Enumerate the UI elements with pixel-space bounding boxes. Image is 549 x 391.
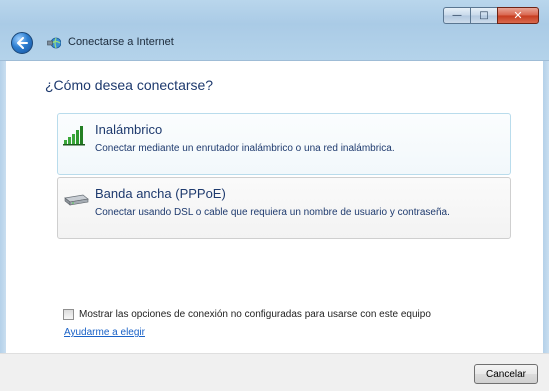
wireless-signal-icon [63, 126, 85, 146]
show-unconfigured-checkbox[interactable] [63, 309, 74, 320]
maximize-button[interactable]: □ [470, 7, 497, 24]
broadband-option-title: Banda ancha (PPPoE) [95, 186, 226, 201]
wireless-option-description: Conectar mediante un enrutador inalámbri… [95, 143, 395, 154]
help-me-choose-link[interactable]: Ayudarme a elegir [64, 327, 145, 338]
broadband-option-description: Conectar usando DSL o cable que requiera… [95, 207, 450, 218]
window-title: Conectarse a Internet [68, 36, 174, 48]
back-button[interactable] [11, 32, 33, 54]
wireless-option[interactable]: Inalámbrico Conectar mediante un enrutad… [57, 113, 511, 175]
show-unconfigured-row: Mostrar las opciones de conexión no conf… [63, 309, 431, 320]
close-icon: ✕ [513, 9, 523, 22]
broadband-option[interactable]: Banda ancha (PPPoE) Conectar usando DSL … [57, 177, 511, 239]
wireless-option-title: Inalámbrico [95, 122, 163, 137]
minimize-icon: — [452, 10, 462, 21]
network-globe-icon [47, 37, 61, 49]
window-frame-right [543, 61, 549, 391]
show-unconfigured-label[interactable]: Mostrar las opciones de conexión no conf… [79, 309, 431, 320]
minimize-button[interactable]: — [443, 7, 470, 24]
cancel-button[interactable]: Cancelar [474, 364, 538, 384]
window-frame-left [0, 61, 6, 391]
title-bar: — □ ✕ Conectarse a Internet [0, 0, 549, 61]
window-controls: — □ ✕ [443, 7, 539, 24]
footer-bar: Cancelar [0, 353, 549, 391]
page-heading: ¿Cómo desea conectarse? [45, 77, 214, 93]
back-arrow-icon [17, 37, 28, 49]
connect-to-internet-window: — □ ✕ Conectarse a Internet ¿Cómo desea … [0, 0, 549, 391]
close-button[interactable]: ✕ [497, 7, 539, 24]
maximize-icon: □ [479, 10, 489, 21]
broadband-modem-icon [64, 194, 89, 206]
